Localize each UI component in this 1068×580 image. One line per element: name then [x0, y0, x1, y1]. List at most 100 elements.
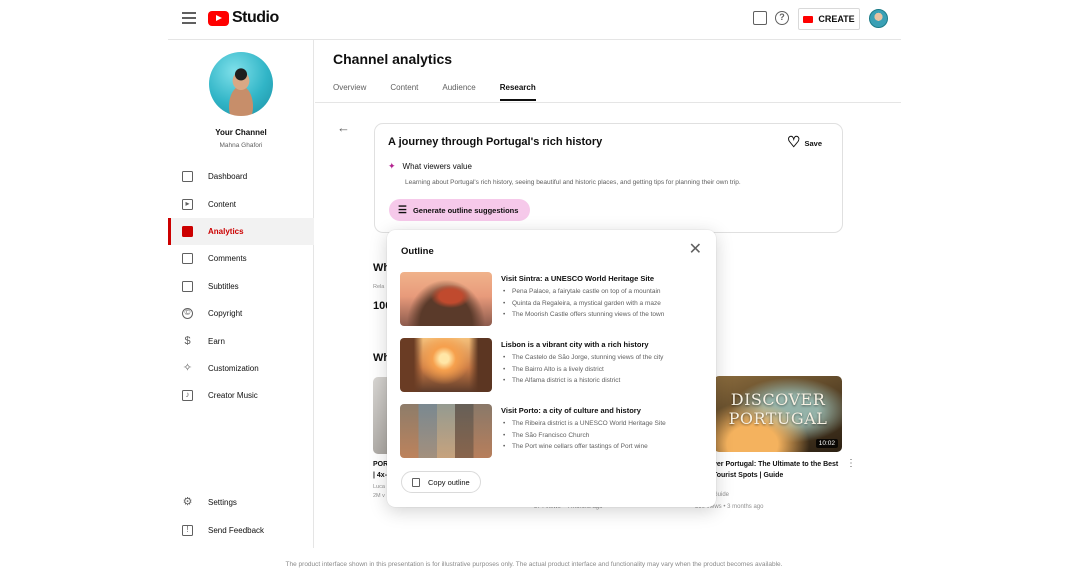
sidebar-item-customization[interactable]: ✧ Customization — [168, 355, 314, 382]
outline-bullet: Pena Palace, a fairytale castle on top o… — [501, 286, 664, 298]
feedback-icon: ! — [182, 524, 193, 536]
outline-image-lisbon — [400, 338, 492, 392]
copy-icon — [412, 477, 420, 487]
back-arrow-icon[interactable]: ← — [337, 120, 350, 135]
studio-logo[interactable]: Studio — [208, 9, 279, 27]
thumbnail-text-line: PORTUGAL — [728, 409, 828, 428]
sidebar-item-settings[interactable]: ⚙ Settings — [168, 489, 314, 516]
content-icon: ▸ — [182, 198, 193, 210]
channel-handle: Mahna Ghafori — [219, 142, 263, 149]
outline-bullet: The Moorish Castle offers stunning views… — [501, 309, 664, 321]
outline-title: Outline — [401, 246, 434, 257]
tab-research[interactable]: Research — [499, 83, 536, 101]
thumbnail-text: DISCOVER PORTUGAL — [714, 390, 842, 428]
sidebar-item-label: Send Feedback — [208, 525, 265, 535]
analytics-icon — [182, 225, 193, 237]
outline-item: Visit Porto: a city of culture and histo… — [400, 404, 700, 460]
help-icon[interactable]: ? — [775, 11, 789, 25]
tab-overview[interactable]: Overview — [333, 83, 366, 101]
sidebar-item-label: Analytics — [208, 226, 244, 236]
sidebar-item-comments[interactable]: Comments — [168, 245, 314, 272]
customization-icon: ✧ — [182, 361, 193, 374]
video-thumbnail-right[interactable]: DISCOVER PORTUGAL 10:02 — [714, 376, 842, 452]
outline-item-heading: Visit Sintra: a UNESCO World Heritage Si… — [501, 274, 655, 283]
sidebar-item-content[interactable]: ▸ Content — [168, 190, 314, 217]
outline-bullet: The Port wine cellars offer tastings of … — [501, 441, 666, 453]
tab-content[interactable]: Content — [390, 83, 418, 101]
video-duration: 10:02 — [815, 439, 838, 448]
video-title-line: POR — [373, 461, 389, 468]
outline-item-heading: Lisbon is a vibrant city with a rich his… — [501, 340, 649, 349]
sidebar-item-label: Comments — [208, 254, 247, 264]
sidebar-item-dashboard[interactable]: Dashboard — [168, 163, 314, 190]
outline-item-text: Visit Sintra: a UNESCO World Heritage Si… — [501, 274, 664, 321]
analytics-tabs: Overview Content Audience Research — [333, 83, 560, 101]
outline-item: Lisbon is a vibrant city with a rich his… — [400, 338, 700, 394]
sidebar-item-label: Settings — [208, 498, 237, 508]
outline-item-text: Lisbon is a vibrant city with a rich his… — [501, 340, 663, 387]
page-title: Channel analytics — [333, 51, 453, 67]
heart-icon: ♡ — [787, 134, 801, 151]
sidebar-item-creator-music[interactable]: ♪ Creator Music — [168, 382, 314, 409]
dashboard-icon — [182, 171, 193, 183]
video-meta-line: Luca — [373, 484, 385, 490]
tab-audience[interactable]: Audience — [442, 83, 475, 101]
viewers-value-title: What viewers value — [402, 162, 472, 171]
sidebar-item-subtitles[interactable]: Subtitles — [168, 273, 314, 300]
section-subtext-partial: Rela — [373, 284, 385, 290]
channel-name: Your Channel — [215, 128, 267, 137]
subtitles-icon — [182, 280, 193, 292]
copyright-icon: © — [182, 308, 193, 320]
more-options-icon[interactable]: ⋮ — [846, 459, 856, 469]
sidebar-nav: Dashboard ▸ Content Analytics Comments S… — [168, 163, 314, 410]
outline-image-porto — [400, 404, 492, 458]
sidebar-item-label: Copyright — [208, 309, 243, 319]
save-label: Save — [804, 138, 822, 148]
video-title-line: | 4x- — [373, 472, 388, 479]
sidebar-item-label: Subtitles — [208, 281, 239, 291]
sidebar-item-label: Content — [208, 199, 237, 209]
account-avatar[interactable] — [869, 9, 888, 28]
sidebar-item-label: Dashboard — [208, 172, 248, 182]
generate-outline-button[interactable]: ☰ Generate outline suggestions — [389, 199, 530, 221]
sidebar-item-send-feedback[interactable]: ! Send Feedback — [168, 516, 314, 543]
settings-icon: ⚙ — [182, 496, 193, 509]
viewers-value-heading: ✦ What viewers value — [388, 161, 472, 172]
sidebar-item-copyright[interactable]: © Copyright — [168, 300, 314, 327]
copy-outline-button[interactable]: Copy outline — [401, 471, 481, 493]
sparkle-icon: ✦ — [388, 161, 396, 171]
close-icon[interactable]: ✕ — [689, 242, 702, 258]
sidebar-item-earn[interactable]: $ Earn — [168, 327, 314, 354]
outline-item-heading: Visit Porto: a city of culture and histo… — [501, 406, 641, 415]
outline-bullet: The Castelo de São Jorge, stunning views… — [501, 352, 663, 364]
outline-bullet: The São Francisco Church — [501, 430, 666, 442]
save-button[interactable]: ♡ Save — [787, 134, 822, 151]
generate-label: Generate outline suggestions — [412, 205, 519, 215]
sidebar-bottom: ⚙ Settings ! Send Feedback — [168, 489, 314, 544]
tab-divider — [315, 102, 901, 103]
outline-popup: Outline ✕ Visit Sintra: a UNESCO World H… — [387, 230, 716, 507]
video-meta-left: Luca 2M v — [373, 483, 385, 501]
outline-item: Visit Sintra: a UNESCO World Heritage Si… — [400, 272, 700, 328]
feedback-icon[interactable] — [753, 11, 767, 25]
sidebar-item-analytics[interactable]: Analytics — [168, 217, 314, 246]
youtube-logo-icon — [208, 10, 229, 26]
outline-sparkle-icon: ☰ — [398, 204, 407, 216]
sidebar-item-label: Customization — [208, 363, 259, 373]
video-meta-line: 2M v — [373, 493, 385, 499]
create-label: CREATE — [818, 14, 855, 24]
video-title-right[interactable]: ver Portugal: The Ultimate to the Best T… — [713, 459, 841, 481]
channel-avatar[interactable] — [209, 52, 273, 116]
outline-bullet: The Alfama district is a historic distri… — [501, 375, 663, 387]
create-button[interactable]: CREATE — [798, 8, 860, 30]
sidebar: Your Channel Mahna Ghafori Dashboard ▸ C… — [168, 40, 314, 548]
video-title-left[interactable]: POR | 4x- — [373, 459, 388, 481]
outline-bullet: Quinta da Regaleira, a mystical garden w… — [501, 298, 664, 310]
thumbnail-text-line: DISCOVER — [730, 390, 826, 409]
copy-outline-label: Copy outline — [428, 477, 470, 487]
logo-text: Studio — [232, 9, 279, 26]
music-icon: ♪ — [182, 390, 193, 402]
menu-icon[interactable] — [182, 12, 196, 24]
topic-card: A journey through Portugal's rich histor… — [374, 123, 843, 233]
outline-bullet: The Ribeira district is a UNESCO World H… — [501, 418, 666, 430]
